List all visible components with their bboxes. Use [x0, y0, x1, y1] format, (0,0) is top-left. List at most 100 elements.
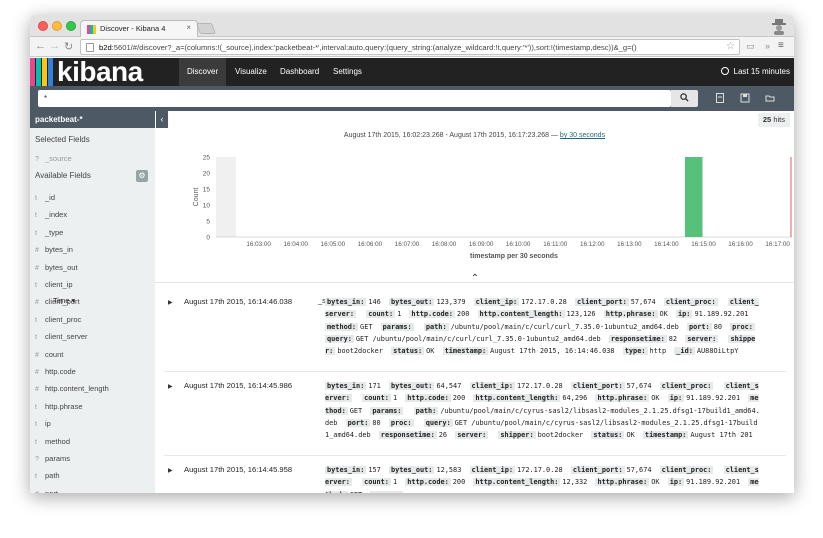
source-field-key: http.code:	[405, 394, 451, 403]
new-search-icon[interactable]	[715, 93, 725, 103]
maximize-window-button[interactable]	[66, 21, 76, 31]
browser-menu-icon[interactable]: ≡	[778, 40, 784, 51]
source-field-value: OK	[426, 347, 435, 356]
kibana-favicon-icon	[87, 25, 96, 34]
x-tick-label: 16:06:00	[358, 241, 383, 248]
source-field-key: method:	[325, 322, 359, 331]
source-field-value: 200	[452, 478, 466, 487]
new-tab-button[interactable]	[195, 23, 217, 34]
field-item-type[interactable]: t _type	[35, 228, 63, 237]
histogram-bar	[684, 157, 703, 237]
expand-row-icon[interactable]: ▶	[168, 467, 173, 474]
field-item-index[interactable]: t _index	[35, 210, 67, 219]
close-window-button[interactable]	[38, 21, 48, 31]
x-tick-label: 16:05:00	[321, 241, 346, 248]
field-item-http-phrase[interactable]: t http.phrase	[35, 402, 83, 411]
search-button[interactable]	[671, 90, 698, 107]
nav-visualize[interactable]: Visualize	[227, 58, 275, 86]
table-row[interactable]: ▶ August 17th 2015, 16:14:45.958 bytes_in:…	[164, 462, 786, 493]
source-field-key: status:	[391, 347, 425, 356]
field-item-method[interactable]: t method	[35, 437, 70, 446]
source-field-value: 26	[438, 431, 448, 440]
logo-bar-teal	[36, 58, 41, 86]
field-item-params[interactable]: ? params	[35, 454, 70, 463]
source-field-key: count:	[362, 394, 391, 403]
field-item-count[interactable]: # count	[35, 350, 63, 359]
x-tick-label: 16:04:00	[284, 241, 309, 248]
tab-title: Discover - Kibana 4	[100, 24, 166, 33]
source-field-value: 64,296	[562, 394, 588, 403]
source-field-key: http.phrase:	[603, 310, 658, 319]
field-settings-gear-icon[interactable]: ⚙	[136, 170, 148, 182]
source-field-key: server:	[455, 431, 489, 440]
field-item-http-content-length[interactable]: # http.content_length	[35, 384, 109, 393]
source-field-key: bytes_out:	[388, 466, 435, 474]
x-axis-label: timestamp per 30 seconds	[470, 253, 558, 260]
nav-dashboard[interactable]: Dashboard	[272, 58, 327, 86]
source-field-value: OK	[659, 310, 668, 319]
table-row[interactable]: ▶ August 17th 2015, 16:14:46.038 bytes_in:…	[164, 294, 786, 372]
expand-row-icon[interactable]: ▶	[168, 383, 173, 390]
reload-icon[interactable]: ↻	[64, 40, 73, 53]
load-search-icon[interactable]	[765, 93, 775, 103]
source-field-key: http.code:	[409, 310, 455, 319]
source-field-key: client_ip:	[473, 298, 520, 306]
field-item-bytes-out[interactable]: # bytes_out	[35, 263, 78, 272]
source-field-key: proc:	[730, 322, 755, 331]
source-field-key: type:	[622, 347, 648, 356]
interval-link[interactable]: by 30 seconds	[560, 132, 605, 139]
source-field-key: bytes_in:	[325, 298, 367, 306]
source-field-value: 123,379	[436, 298, 466, 306]
address-bar[interactable]: b2d:5601/#/discover?_a=(columns:!(_sourc…	[80, 39, 740, 55]
expand-row-icon[interactable]: ▶	[168, 299, 173, 306]
tab-close-icon[interactable]: ×	[186, 23, 191, 32]
field-item-path[interactable]: t path	[35, 471, 60, 480]
source-field-key: timestamp:	[442, 347, 489, 356]
source-field-value: 172.17.0.28	[521, 298, 567, 306]
source-field-key: http.content_length:	[477, 310, 565, 319]
field-item-ip[interactable]: t ip	[35, 419, 51, 428]
nav-discover[interactable]: Discover	[179, 58, 227, 86]
source-field-key: port:	[686, 322, 712, 331]
collapse-sidebar-button[interactable]: ‹	[156, 111, 168, 128]
query-input[interactable]	[38, 90, 671, 107]
source-field-key: server:	[685, 334, 719, 343]
y-tick-label: 0	[206, 235, 210, 242]
source-field-value: GET	[349, 406, 363, 415]
index-pattern-selector[interactable]: packetbeat-*	[30, 111, 155, 128]
source-field-value: 123,126	[566, 310, 596, 319]
logo-bar-yellow	[42, 58, 47, 86]
minimize-window-button[interactable]	[52, 21, 62, 31]
browser-tab[interactable]: Discover - Kibana 4 ×	[80, 20, 198, 37]
field-item-client-ip[interactable]: t client_ip	[35, 280, 73, 289]
source-field-key: proc:	[388, 418, 414, 427]
forward-arrow-icon[interactable]: →	[49, 40, 60, 52]
source-field-key: client_port:	[570, 466, 625, 474]
nav-settings[interactable]: Settings	[325, 58, 370, 86]
source-field-key: ip:	[667, 394, 685, 403]
field-item-bytes-in[interactable]: # bytes_in	[35, 245, 73, 254]
y-tick-label: 25	[203, 155, 211, 162]
column-header-time[interactable]: Time ▾	[53, 296, 75, 305]
source-field-key: client_port:	[574, 298, 629, 306]
source-field-key: http.content_length:	[473, 394, 561, 403]
save-search-icon[interactable]	[740, 93, 750, 103]
more-extensions-icon[interactable]: »	[765, 41, 770, 51]
extension-icon[interactable]: ▭	[746, 41, 755, 52]
field-item-client-proc[interactable]: t client_proc	[35, 315, 81, 324]
back-arrow-icon[interactable]: ←	[35, 40, 46, 52]
source-field-key: responsetime:	[378, 431, 437, 440]
field-item-id[interactable]: t _id	[35, 193, 55, 202]
selected-field-source[interactable]: ? _source	[35, 154, 72, 163]
incognito-profile-icon[interactable]	[770, 17, 788, 35]
source-field-key: bytes_out:	[388, 382, 435, 390]
table-row[interactable]: ▶ August 17th 2015, 16:14:45.986 bytes_in:…	[164, 378, 786, 456]
field-item-port[interactable]: #port	[35, 489, 58, 493]
source-field-key: shipper:	[498, 431, 536, 440]
search-icon	[680, 93, 689, 102]
field-item-http-code[interactable]: # http.code	[35, 367, 76, 376]
field-item-client-server[interactable]: t client_server	[35, 332, 88, 341]
bookmark-star-icon[interactable]: ☆	[726, 41, 735, 52]
time-picker[interactable]: Last 15 minutes	[720, 58, 790, 86]
available-fields-heading: Available Fields	[35, 171, 91, 180]
